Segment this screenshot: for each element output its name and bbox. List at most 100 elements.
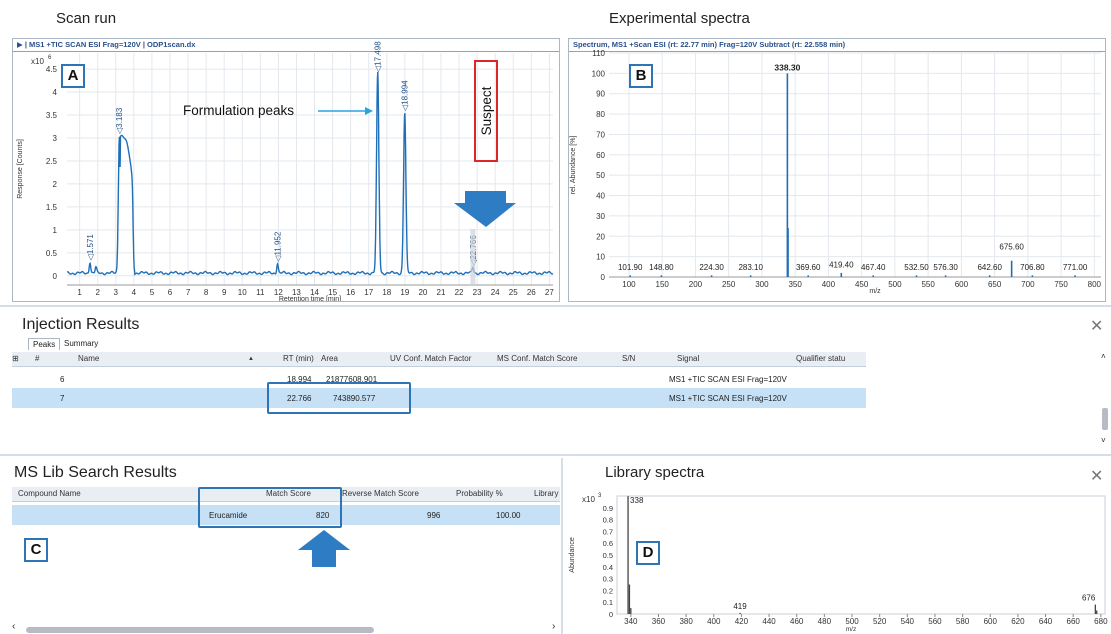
col-name[interactable]: Name: [78, 354, 99, 363]
x-tick-label: 150: [656, 280, 670, 289]
scroll-down-icon[interactable]: ˅: [1101, 436, 1106, 445]
y-axis-label: rel. Abundance [%]: [570, 136, 577, 195]
peak-label: 224.30: [699, 263, 724, 272]
x-tick-label: 540: [901, 617, 915, 626]
y-tick-label: 4.5: [46, 65, 58, 74]
x-tick-label: 11: [256, 288, 265, 297]
vertical-divider: [561, 458, 563, 634]
x-tick-label: 450: [855, 280, 869, 289]
col-library[interactable]: Library: [534, 489, 558, 498]
peak-label: 283.10: [738, 263, 763, 272]
x-tick-label: 1: [77, 288, 82, 297]
y-tick-label: 0.6: [603, 539, 613, 548]
horizontal-scrollbar[interactable]: ‹ ›: [12, 621, 562, 634]
y-tick-label: 2.5: [46, 157, 58, 166]
scroll-up-icon[interactable]: ˄: [1101, 352, 1106, 361]
y-tick-label: 0.4: [603, 563, 613, 572]
y-tick-label: 0: [601, 273, 606, 282]
y-tick-label: 2: [53, 180, 58, 189]
col-signal[interactable]: Signal: [677, 354, 699, 363]
peak-label: ◁17.498: [374, 41, 383, 73]
y-tick-label: 0: [609, 610, 613, 619]
x-tick-label: 660: [1067, 617, 1081, 626]
y-tick-label: 50: [596, 171, 605, 180]
peak-label: 467.40: [861, 263, 886, 272]
match-highlight-box: [198, 487, 342, 528]
peak-label: 338: [630, 496, 644, 505]
col-num[interactable]: #: [35, 354, 39, 363]
x-tick-label: 440: [762, 617, 776, 626]
x-axis-label: Retention time [min]: [279, 296, 341, 301]
lib-search-title: MS Lib Search Results: [14, 464, 177, 481]
col-compound[interactable]: Compound Name: [18, 489, 81, 498]
x-tick-label: 17: [364, 288, 373, 297]
y-multiplier: x10: [31, 57, 44, 66]
x-tick-label: 300: [755, 280, 769, 289]
x-axis-label: m/z: [869, 288, 881, 295]
y-tick-label: 1.5: [46, 203, 58, 212]
tab-peaks[interactable]: Peaks: [28, 338, 61, 350]
library-spectra-title: Library spectra: [605, 464, 705, 481]
close-icon[interactable]: ✕: [1090, 466, 1103, 486]
x-tick-label: 6: [168, 288, 173, 297]
x-tick-label: 3: [114, 288, 119, 297]
x-tick-label: 520: [873, 617, 887, 626]
table-row[interactable]: 6 18.994 21877608.901 MS1 +TIC SCAN ESI …: [12, 371, 866, 387]
y-tick-label: 0.3: [603, 575, 613, 584]
x-tick-label: 420: [735, 617, 749, 626]
x-tick-label: 7: [186, 288, 191, 297]
col-ms[interactable]: MS Conf. Match Score: [497, 354, 577, 363]
peak-label: 576.30: [933, 263, 958, 272]
highlight-box: [267, 382, 411, 414]
scroll-right-icon[interactable]: ›: [552, 621, 555, 632]
col-uv[interactable]: UV Conf. Match Factor: [390, 354, 471, 363]
divider: [0, 305, 1111, 307]
x-tick-label: 600: [955, 280, 969, 289]
peak-label: 338.30: [774, 62, 800, 72]
y-multiplier-exp: 6: [48, 55, 52, 61]
x-tick-label: 500: [845, 617, 859, 626]
peak-label: ◁3.183: [115, 107, 124, 135]
col-sn[interactable]: S/N: [622, 354, 635, 363]
x-tick-label: 500: [888, 280, 902, 289]
x-tick-label: 460: [790, 617, 804, 626]
column-chooser-icon[interactable]: ⊞: [12, 354, 19, 363]
y-tick-label: 1: [53, 226, 58, 235]
y-tick-label: 4: [53, 88, 58, 97]
down-arrow-icon: [454, 191, 516, 227]
peak-label: 675.60: [999, 243, 1024, 252]
col-area[interactable]: Area: [321, 354, 338, 363]
x-tick-label: 380: [679, 617, 693, 626]
peak-label: ◁18.994: [401, 80, 410, 112]
col-probability[interactable]: Probability %: [456, 489, 503, 498]
x-tick-label: 250: [722, 280, 736, 289]
injection-grid-header: ⊞ # Name ▲ RT (min) Area UV Conf. Match …: [12, 352, 866, 367]
x-tick-label: 100: [622, 280, 636, 289]
col-qualifier[interactable]: Qualifier statu: [796, 354, 845, 363]
badge-a: A: [61, 64, 85, 88]
formulation-peaks-label: Formulation peaks: [183, 103, 294, 118]
x-tick-label: 680: [1094, 617, 1108, 626]
x-tick-label: 480: [818, 617, 832, 626]
peak-label: 706.80: [1020, 263, 1045, 272]
close-icon[interactable]: ✕: [1090, 316, 1103, 336]
hscroll-thumb[interactable]: [26, 627, 374, 633]
x-tick-label: 400: [707, 617, 721, 626]
y-tick-label: 0.5: [603, 551, 613, 560]
peak-label: 101.90: [618, 263, 643, 272]
peak-label: 532.50: [904, 263, 929, 272]
col-rt[interactable]: RT (min): [283, 354, 314, 363]
y-tick-label: 0.5: [46, 249, 58, 258]
vertical-scrollbar[interactable]: ˄ ˅: [1099, 350, 1111, 446]
x-tick-label: 360: [652, 617, 666, 626]
table-row-selected[interactable]: 7 22.766 743890.577 MS1 +TIC SCAN ESI Fr…: [12, 388, 866, 408]
x-tick-label: 700: [1021, 280, 1035, 289]
scrollbar-thumb[interactable]: [1102, 408, 1108, 430]
scroll-left-icon[interactable]: ‹: [12, 621, 15, 632]
col-reverse[interactable]: Reverse Match Score: [342, 489, 419, 498]
experimental-spectra-title: Experimental spectra: [609, 10, 750, 27]
tab-summary[interactable]: Summary: [60, 338, 102, 349]
tic-chart: 1 2 3 4 5 6 7 8 9 10 11 12 13 14 15 16 17 18 19 20 21 22 23 24 2…: [17, 41, 554, 301]
x-tick-label: 800: [1088, 280, 1102, 289]
x-tick-label: 580: [956, 617, 970, 626]
